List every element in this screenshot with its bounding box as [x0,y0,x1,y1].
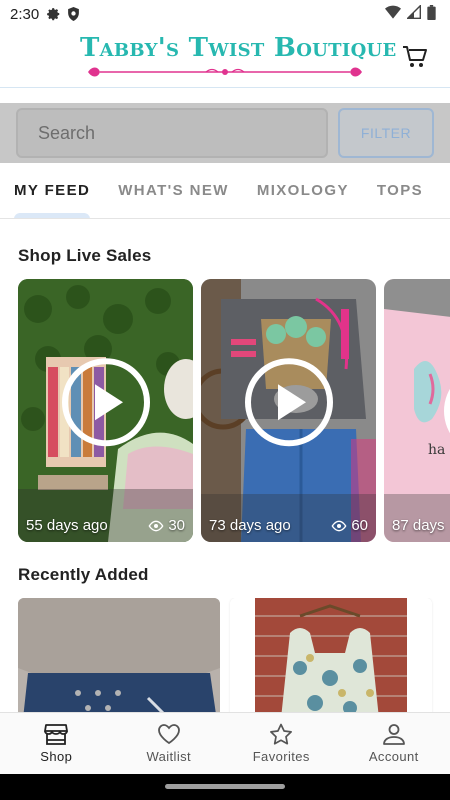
tab-label: WHAT'S NEW [118,182,229,199]
cart-button[interactable] [400,42,430,72]
tab-my-feed[interactable]: MY FEED [0,163,104,218]
recently-added-list [18,598,450,714]
settings-icon [47,7,61,21]
view-count: 60 [331,517,368,534]
battery-icon [427,4,436,24]
tab-tops[interactable]: TOPS [363,163,437,218]
person-icon [382,724,405,745]
tab-active-indicator [14,212,90,218]
logo-flourish [88,67,362,77]
view-count: 30 [148,517,185,534]
nav-label: Favorites [252,749,310,764]
nav-label: Account [368,749,419,764]
product-image [230,598,432,714]
nav-label: Waitlist [146,749,192,764]
system-navigation-bar [0,774,450,800]
tab-label: MIXOLOGY [256,182,349,199]
signal-icon [406,4,421,23]
search-input[interactable]: Search [16,108,328,158]
live-sale-card[interactable]: 55 days ago 30 [18,279,193,542]
play-button[interactable] [61,357,150,446]
live-sales-carousel: 55 days ago 30 73 days ago 60 ha 87 days [18,279,450,542]
status-bar: 2:30 [0,0,450,28]
card-meta: 73 days ago 60 [209,517,368,534]
card-meta: 87 days [392,517,450,534]
nav-favorites[interactable]: Favorites [225,713,338,774]
product-image [18,598,220,714]
view-count-value: 60 [351,517,368,534]
card-age: 55 days ago [26,517,108,534]
eye-icon [331,520,347,531]
brand-logo[interactable]: Tabby's Twist Boutique [80,32,397,84]
shield-icon [67,7,80,21]
product-card[interactable] [18,598,220,714]
star-icon [270,723,293,745]
nav-shop[interactable]: Shop [0,713,113,774]
bottom-navigation: Shop Waitlist Favorites Account [0,712,450,774]
wifi-icon [385,5,401,23]
tab-label: MY FEED [14,182,91,199]
store-icon [44,724,69,745]
nav-waitlist[interactable]: Waitlist [113,713,226,774]
cart-icon [403,46,427,67]
live-sale-card[interactable]: ha 87 days [384,279,450,542]
video-thumbnail: ha [384,279,450,542]
nav-label: Shop [40,749,73,764]
status-time: 2:30 [10,5,40,23]
nav-account[interactable]: Account [338,713,450,774]
logo-text: Tabby's Twist Boutique [80,33,397,63]
view-count-value: 30 [168,517,185,534]
home-gesture-handle[interactable] [165,784,285,789]
live-sales-title: Shop Live Sales [18,246,152,265]
app-header: Tabby's Twist Boutique [0,28,450,88]
tab-label: TOPS [376,182,424,199]
tab-whats-new[interactable]: WHAT'S NEW [104,163,243,218]
live-sale-card[interactable]: 73 days ago 60 [201,279,376,542]
filter-button[interactable]: FILTER [338,108,434,158]
product-card[interactable] [230,598,432,714]
svg-text:ha: ha [428,442,445,458]
play-icon [95,383,123,420]
search-bar: Search FILTER [0,103,450,163]
category-tabs: MY FEED WHAT'S NEW MIXOLOGY TOPS [0,163,450,219]
tab-mixology[interactable]: MIXOLOGY [243,163,363,218]
card-meta: 55 days ago 30 [26,517,185,534]
heart-icon [157,724,180,745]
card-age: 87 days [392,517,445,534]
recently-added-title: Recently Added [18,565,149,584]
card-age: 73 days ago [209,517,291,534]
play-icon [278,383,306,420]
eye-icon [148,520,164,531]
play-button[interactable] [244,357,333,446]
